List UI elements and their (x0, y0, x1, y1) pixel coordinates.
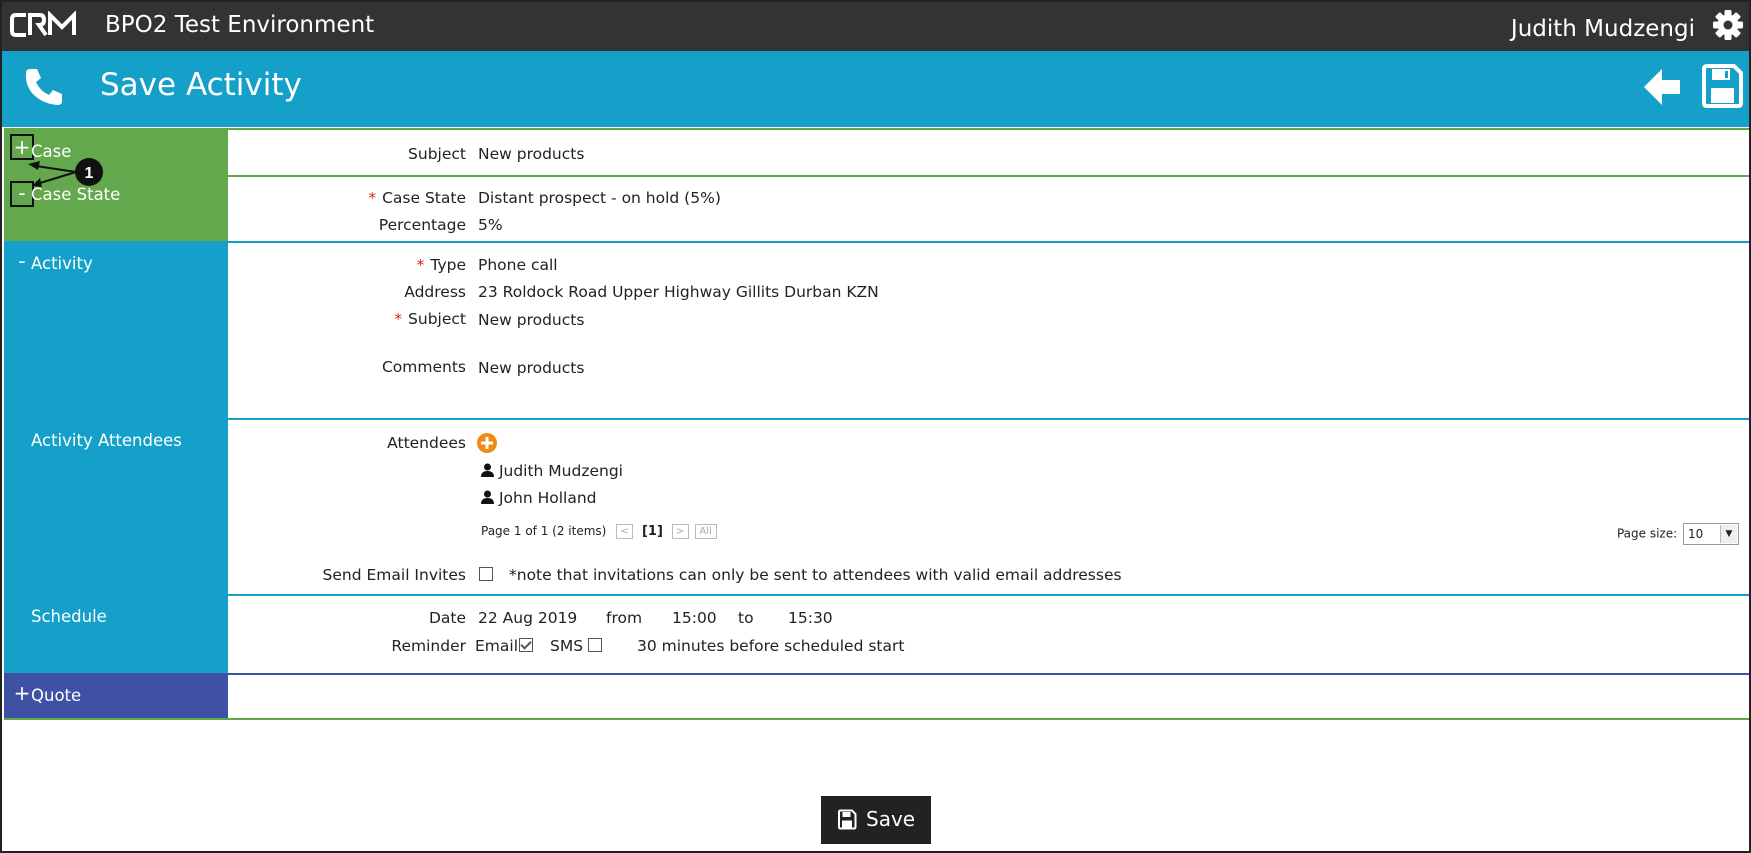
activity-content: * Type Phone call Address 23 Roldock Road… (228, 243, 1749, 418)
required-asterisk: * (394, 310, 403, 328)
required-asterisk: * (368, 189, 377, 207)
save-disk-icon[interactable] (1700, 63, 1744, 109)
back-arrow-icon[interactable] (1640, 65, 1684, 109)
case-section: + Case Subject New products (4, 128, 1749, 177)
from-label: from (606, 609, 643, 627)
attendees-content: Attendees Judith Mudzengi John Holland P… (228, 420, 1749, 594)
person-icon (481, 490, 494, 504)
activity-section: - Activity * Type Phone call Address 23 R… (4, 243, 1749, 420)
phone-icon (25, 69, 62, 105)
activity-collapse-toggle[interactable]: - (12, 251, 32, 271)
activity-subject-value: New products (478, 311, 585, 329)
from-time-value[interactable]: 15:00 (672, 609, 717, 627)
crm-logo (10, 11, 76, 37)
attendee-name: Judith Mudzengi (498, 462, 623, 480)
pager-prev-button[interactable]: < (616, 524, 634, 539)
sms-reminder-checkbox[interactable] (588, 637, 602, 655)
reminder-text: 30 minutes before scheduled start (637, 637, 905, 655)
schedule-sidebar: Schedule (4, 596, 228, 673)
email-reminder-checkbox[interactable] (519, 637, 533, 655)
attendees-section: Activity Attendees Attendees Judith Mudz… (4, 420, 1749, 596)
attendee-item: Judith Mudzengi (481, 462, 623, 480)
attendees-pager: Page 1 of 1 (2 items) < [1] > All (481, 524, 717, 539)
schedule-section: Schedule Date 22 Aug 2019 from 15:00 to … (4, 596, 1749, 675)
pager-current-page[interactable]: [1] (642, 524, 663, 539)
send-email-invites-label: Send Email Invites (322, 566, 466, 584)
required-asterisk: * (416, 256, 425, 274)
activity-type-value: Phone call (478, 256, 558, 274)
date-value[interactable]: 22 Aug 2019 (478, 609, 577, 627)
activity-section-label[interactable]: Activity (31, 254, 93, 273)
address-value: 23 Roldock Road Upper Highway Gillits Du… (478, 283, 879, 301)
save-disk-icon (838, 809, 857, 830)
case-subject-value: New products (478, 145, 585, 163)
annotation-callout: 1 (28, 158, 103, 187)
save-button[interactable]: Save (821, 796, 931, 844)
send-email-invites-checkbox[interactable] (479, 566, 493, 584)
page-size-control: Page size: 10 ▼ (1617, 523, 1739, 545)
comments-value: New products (478, 359, 585, 377)
chevron-down-icon: ▼ (1720, 525, 1737, 543)
activity-type-label: * Type (416, 256, 466, 274)
attendees-section-label: Activity Attendees (31, 431, 182, 450)
pager-summary: Page 1 of 1 (2 items) (481, 524, 607, 538)
page-size-select[interactable]: 10 ▼ (1683, 523, 1739, 545)
invites-note: *note that invitations can only be sent … (509, 566, 1122, 584)
pager-all-button[interactable]: All (694, 524, 717, 539)
person-icon (481, 463, 494, 477)
case-state-section: - Case State * Case State Distant prospec… (4, 175, 1749, 243)
to-label: to (738, 609, 754, 627)
address-label: Address (404, 283, 466, 301)
quote-expand-toggle[interactable]: + (12, 683, 32, 703)
gear-icon[interactable] (1711, 8, 1745, 42)
top-bar: BPO2 Test Environment Judith Mudzengi (2, 2, 1749, 51)
case-content: Subject New products (228, 130, 1749, 175)
comments-label: Comments (381, 358, 466, 376)
case-state-content: * Case State Distant prospect - on hold (… (228, 175, 1749, 241)
email-reminder-label: Email (475, 637, 519, 655)
reminder-label: Reminder (391, 637, 466, 655)
date-label: Date (428, 609, 466, 627)
quote-sidebar: + Quote (4, 675, 228, 718)
annotation-number: 1 (85, 165, 94, 182)
percentage-value: 5% (478, 216, 503, 234)
case-state-value: Distant prospect - on hold (5%) (478, 189, 721, 207)
environment-title: BPO2 Test Environment (105, 12, 375, 38)
schedule-section-label: Schedule (31, 607, 107, 626)
pager-next-button[interactable]: > (671, 524, 689, 539)
schedule-content: Date 22 Aug 2019 from 15:00 to 15:30 Rem… (228, 596, 1749, 673)
attendees-label: Attendees (387, 434, 466, 452)
to-time-value[interactable]: 15:30 (788, 609, 833, 627)
activity-sidebar: - Activity (4, 243, 228, 418)
attendee-item: John Holland (481, 489, 596, 507)
save-button-label: Save (866, 807, 916, 831)
page-size-label: Page size: (1616, 526, 1678, 541)
case-subject-label: Subject (408, 145, 466, 163)
quote-section-label[interactable]: Quote (31, 686, 81, 705)
attendees-sidebar: Activity Attendees (4, 420, 228, 594)
user-name[interactable]: Judith Mudzengi (1511, 16, 1695, 42)
page-header: Save Activity (2, 51, 1749, 127)
case-state-label: * Case State (368, 189, 466, 207)
add-attendee-icon[interactable] (477, 433, 497, 453)
activity-subject-label: * Subject (394, 310, 466, 328)
percentage-label: Percentage (378, 216, 466, 234)
page-title: Save Activity (100, 67, 302, 103)
quote-section: + Quote (4, 675, 1749, 720)
sms-reminder-label: SMS (550, 637, 584, 655)
attendee-name: John Holland (498, 489, 597, 507)
